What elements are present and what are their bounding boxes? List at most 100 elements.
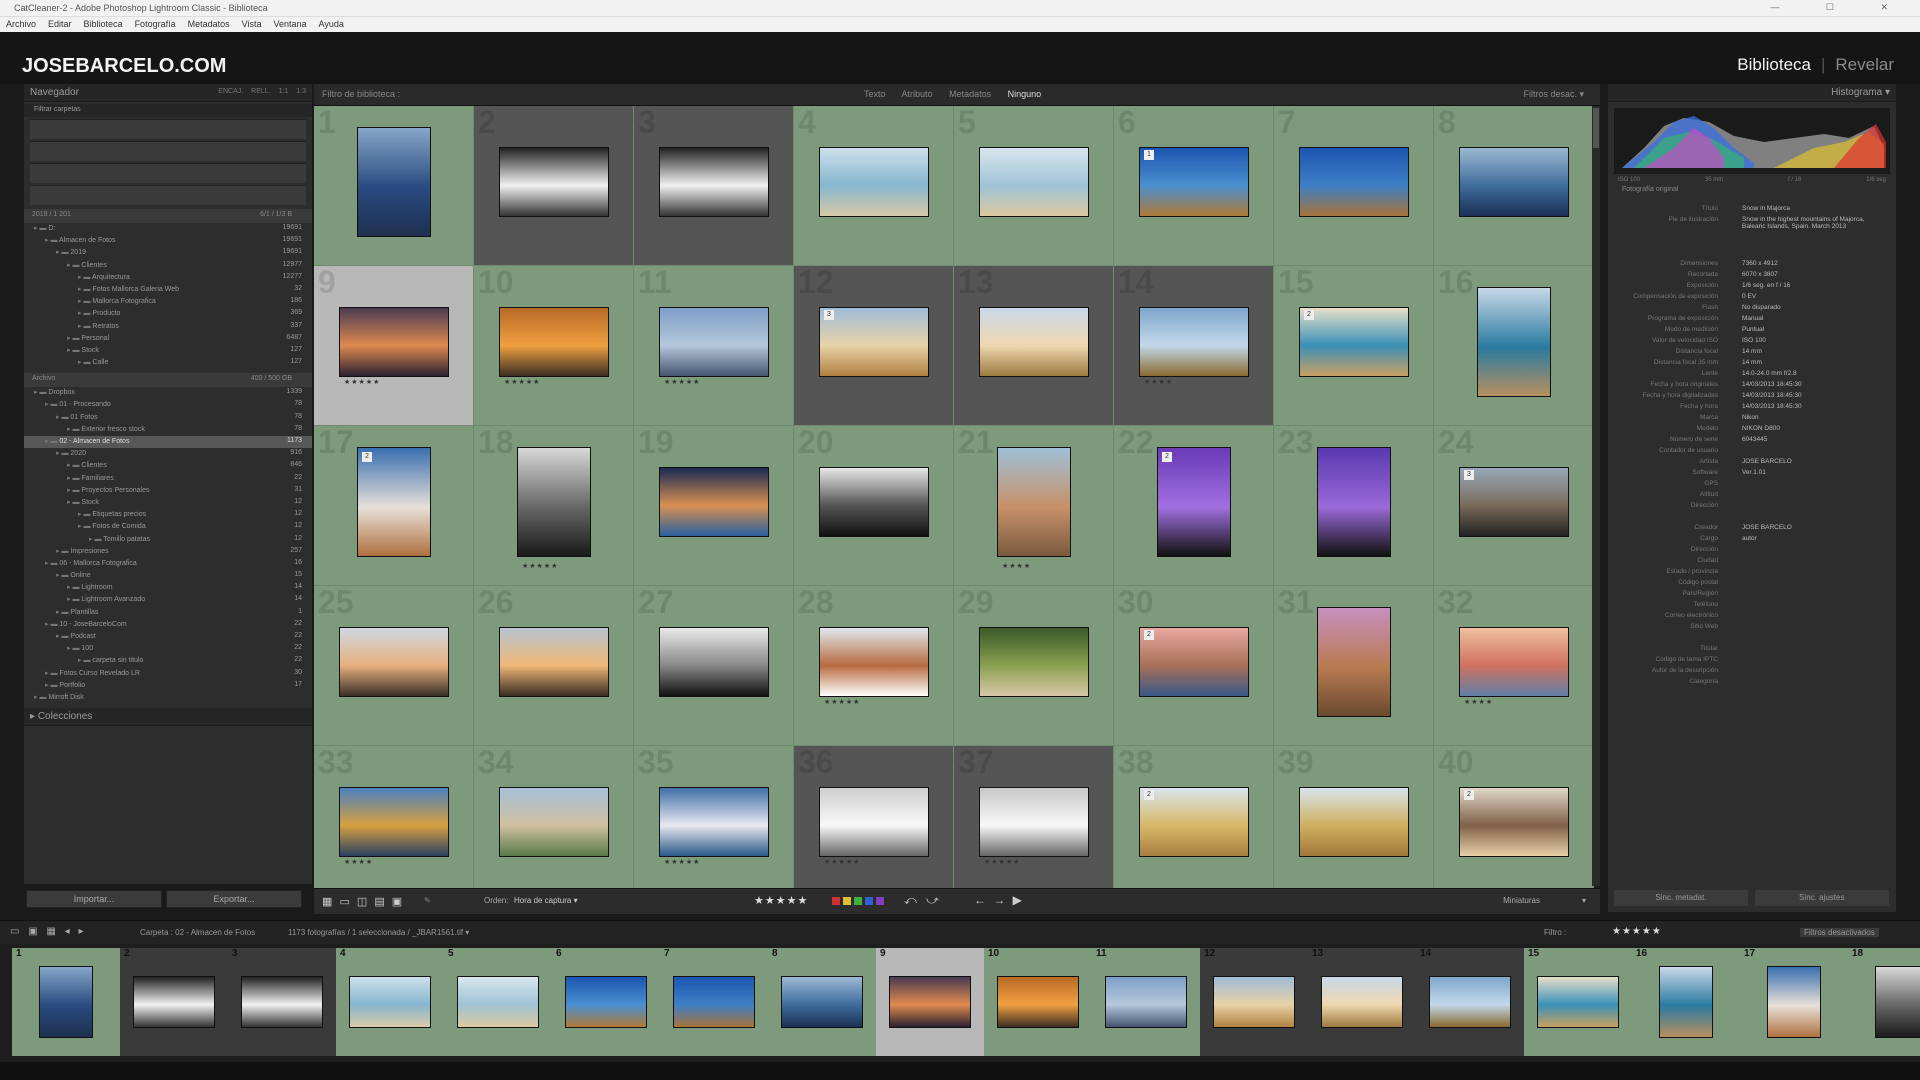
grid-cell[interactable]: 13 [954, 266, 1114, 426]
photo[interactable] [1318, 608, 1390, 716]
filmstrip-thumb[interactable]: 2 [120, 948, 228, 1056]
filmstrip-nav-icons[interactable]: ▭ ▣ ▦ ◂ ▸ [10, 926, 84, 937]
filmstrip-thumb[interactable]: 7 [660, 948, 768, 1056]
metadata-value[interactable]: 6043445 [1742, 436, 1882, 443]
filter-tab[interactable]: Atributo [902, 89, 933, 99]
folder-row[interactable]: ▸ ▬ Familiares 22 [24, 473, 312, 485]
photo[interactable] [518, 448, 590, 556]
photo[interactable] [1300, 148, 1408, 216]
metadata-value[interactable]: Nikon [1742, 414, 1882, 421]
photo[interactable] [1140, 628, 1248, 696]
grid-cell[interactable]: 7 [1274, 106, 1434, 266]
metadata-value[interactable]: ISO 100 [1742, 337, 1882, 344]
photo[interactable] [1768, 967, 1820, 1037]
folder-row[interactable]: ▸ ▬ Etiquetas precios 12 [24, 509, 312, 521]
photo[interactable] [242, 977, 322, 1027]
photo[interactable] [1460, 148, 1568, 216]
filmstrip-thumb[interactable]: 18 [1848, 948, 1920, 1056]
navigator-zoom-mode[interactable]: RELL. [251, 88, 270, 95]
navigator-zoom-mode[interactable]: ENCAJ. [218, 88, 243, 95]
metadata-value[interactable]: 7360 x 4912 [1742, 260, 1882, 267]
photo[interactable] [134, 977, 214, 1027]
window-controls[interactable]: — ☐ ✕ [1770, 2, 1910, 13]
photo[interactable] [1140, 148, 1248, 216]
photo[interactable] [1460, 468, 1568, 536]
folder-row[interactable]: ▸ ▬ Retratos 337 [24, 321, 312, 333]
folder-row[interactable]: ▸ ▬ Stock 12 [24, 497, 312, 509]
folder-row[interactable]: ▸ ▬ Fotos Curso Revelado LR 30 [24, 668, 312, 680]
folder-row[interactable]: ▸ ▬ Portfolio 17 [24, 680, 312, 692]
navigator-zoom-mode[interactable]: 1:1 [279, 88, 289, 95]
metadata-value[interactable]: 14/03/2013 18:45:30 [1742, 403, 1882, 410]
photo[interactable] [820, 308, 928, 376]
folder-row[interactable]: ▸ ▬ Proyectos Personales 31 [24, 485, 312, 497]
menu-item[interactable]: Ventana [273, 19, 306, 29]
histogram-header[interactable]: Histograma ▾ [1608, 84, 1896, 102]
grid-cell[interactable]: 11 ★★★★★ [634, 266, 794, 426]
photo[interactable] [1460, 628, 1568, 696]
grid-cell[interactable]: 61 [1114, 106, 1274, 266]
filter-slot[interactable] [30, 163, 306, 183]
photo[interactable] [1300, 308, 1408, 376]
view-mode-icons[interactable]: ▦ ▭ ◫ ▤ ▣ [322, 895, 402, 908]
folder-row[interactable]: ▸ ▬ Fotos de Comida 12 [24, 521, 312, 533]
grid-cell[interactable]: 39 [1274, 746, 1434, 906]
filmstrip-thumb[interactable]: 10 [984, 948, 1092, 1056]
filmstrip-count[interactable]: 1173 fotografías / 1 seleccionada / _JBA… [288, 928, 469, 937]
collections-header[interactable]: ▸ Colecciones [24, 708, 312, 727]
menu-item[interactable]: Editar [48, 19, 72, 29]
photo[interactable] [660, 308, 768, 376]
filmstrip-thumb[interactable]: 14 [1416, 948, 1524, 1056]
menu-item[interactable]: Ayuda [319, 19, 344, 29]
grid-cell[interactable]: 32 ★★★★ [1434, 586, 1594, 746]
grid-cell[interactable]: 4 [794, 106, 954, 266]
navigator-header[interactable]: Navegador ENCAJ. RELL. 1:1 1:3 [24, 84, 312, 102]
filmstrip-breadcrumb[interactable]: Carpeta : 02 - Almacen de Fotos [140, 928, 255, 937]
filmstrip-thumb[interactable]: 6 [552, 948, 660, 1056]
metadata-value[interactable]: NIKON D800 [1742, 425, 1882, 432]
color-label-swatch[interactable] [876, 897, 884, 905]
filmstrip-filter-select[interactable]: Filtros desactivados [1800, 928, 1879, 937]
grid-cell[interactable]: 27 [634, 586, 794, 746]
metadata-value[interactable]: 14 mm [1742, 348, 1882, 355]
metadata-value[interactable]: 6070 x 3807 [1742, 271, 1882, 278]
filter-tab[interactable]: Ninguno [1008, 89, 1042, 99]
menu-item[interactable]: Metadatos [188, 19, 230, 29]
grid-cell[interactable]: 12 3 [794, 266, 954, 426]
grid-cell[interactable]: 25 [314, 586, 474, 746]
grid-cell[interactable]: 18 ★★★★★ [474, 426, 634, 586]
volume-header[interactable]: 2019 / 1 201 6/1 / 1/3 B [24, 209, 312, 223]
filmstrip-thumb[interactable]: 12 [1200, 948, 1308, 1056]
photo[interactable] [1300, 788, 1408, 856]
photo[interactable] [40, 967, 92, 1037]
photo[interactable] [500, 308, 608, 376]
export-button[interactable]: Exportar... [166, 890, 302, 908]
photo[interactable] [998, 448, 1070, 556]
photo[interactable] [1876, 967, 1920, 1037]
photo[interactable] [500, 788, 608, 856]
metadata-value[interactable]: Ver.1.01 [1742, 469, 1882, 476]
photo[interactable] [980, 628, 1088, 696]
photo[interactable] [340, 788, 448, 856]
photo[interactable] [1430, 977, 1510, 1027]
folder-row[interactable]: ▸ ▬ Impresiones 257 [24, 546, 312, 558]
folder-row[interactable]: ▸ ▬ Podcast 22 [24, 631, 312, 643]
photo[interactable] [1660, 967, 1712, 1037]
photo[interactable] [820, 148, 928, 216]
grid-cell[interactable]: 21 ★★★★ [954, 426, 1114, 586]
filter-preset[interactable]: Filtros desac. ▾ [1523, 89, 1584, 100]
folder-filter[interactable]: Filtrar carpetas [24, 104, 312, 117]
metadata-value[interactable]: Snow in the highest mountains of Majorca… [1742, 216, 1882, 230]
metadata-value[interactable]: 0 EV [1742, 293, 1882, 300]
photo[interactable] [980, 148, 1088, 216]
folder-row[interactable]: ▸ ▬ 100 22 [24, 643, 312, 655]
folder-row[interactable]: ▸ ▬ Exterior fresco stock 78 [24, 424, 312, 436]
painter-icon[interactable]: ✎ [424, 896, 431, 905]
metadata-value[interactable]: 14 mm [1742, 359, 1882, 366]
photo[interactable] [458, 977, 538, 1027]
folder-row[interactable]: ▸ ▬ Tomillo patatas 12 [24, 534, 312, 546]
grid-cell[interactable]: 22 2 [1114, 426, 1274, 586]
sort-select[interactable]: Hora de captura ▾ [514, 896, 578, 905]
photo[interactable] [998, 977, 1078, 1027]
photo[interactable] [566, 977, 646, 1027]
